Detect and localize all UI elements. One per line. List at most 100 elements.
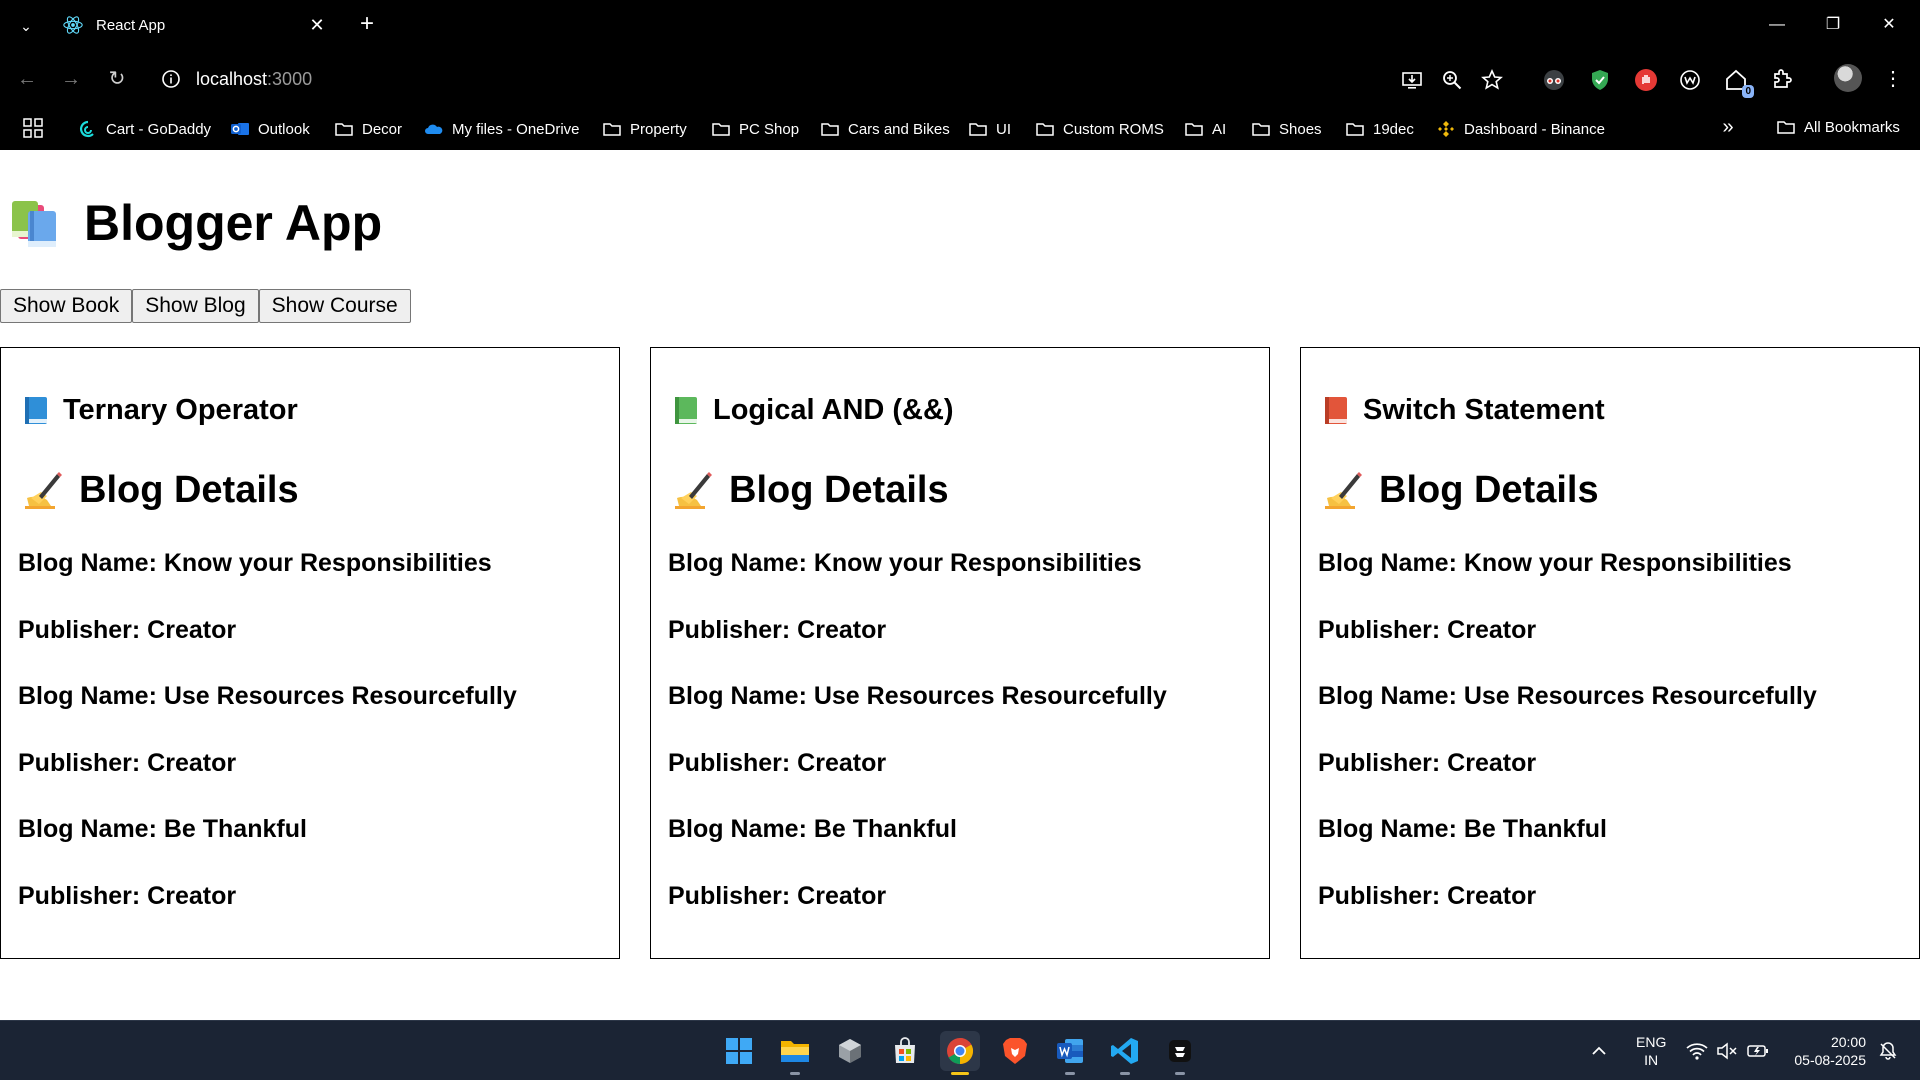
folder-icon [1345,119,1365,139]
extension-w-icon[interactable] [1676,66,1704,94]
bookmark-item[interactable]: 19dec [1345,117,1414,141]
new-tab-icon[interactable]: + [352,10,382,40]
blog-publisher: Publisher: Creator [18,748,237,777]
reload-icon[interactable]: ↻ [102,64,132,94]
install-app-icon[interactable] [1398,66,1426,94]
tray-overflow-icon[interactable] [1590,1021,1608,1080]
blog-name: Blog Name: Know your Responsibilities [1318,549,1792,577]
card-switch-statement: Switch Statement Blog Details Blog Name:… [1300,347,1920,959]
bookmark-label: Custom ROMS [1063,120,1164,138]
terminal-app-icon[interactable] [1160,1031,1200,1075]
bookmark-label: PC Shop [739,120,800,138]
bookmark-label: UI [996,120,1011,138]
app-title-text: Blogger App [84,195,383,251]
browser-toolbar: ← → ↻ localhost:3000 0 ⋮ [0,50,1920,108]
word-icon[interactable] [1050,1031,1090,1075]
battery-charging-icon[interactable] [1746,1021,1770,1080]
language-indicator[interactable]: ENG IN [1636,1033,1666,1069]
bookmark-item[interactable]: UI [968,117,1011,141]
blog-details-heading: Blog Details [21,468,299,512]
bookmark-label: AI [1212,120,1227,138]
blog-publisher: Publisher: Creator [18,881,237,910]
minimize-icon[interactable]: — [1754,8,1800,42]
tab-search-chevron-icon[interactable]: ⌄ [14,14,38,38]
running-indicator [1065,1072,1075,1075]
binance-icon [1436,119,1456,139]
bookmark-item[interactable]: Cart - GoDaddy [78,117,211,141]
site-info-icon[interactable] [158,66,184,92]
blog-details-title: Blog Details [729,468,949,511]
extension-home-icon[interactable]: 0 [1722,66,1754,98]
extension-hand-icon[interactable] [1632,66,1660,94]
show-blog-button[interactable]: Show Blog [132,289,259,323]
clock[interactable]: 20:00 05-08-2025 [1786,1033,1866,1069]
godaddy-icon [78,119,98,139]
bookmark-item[interactable]: Shoes [1251,117,1322,141]
bookmarks-bar: Cart - GoDaddy Outlook Decor My files - … [0,108,1920,150]
bookmark-item[interactable]: AI [1184,117,1226,141]
bookmark-item[interactable]: Dashboard - Binance [1436,117,1605,141]
react-icon [63,16,83,34]
show-book-button[interactable]: Show Book [0,289,133,323]
region-code: IN [1644,1052,1659,1068]
profile-avatar[interactable] [1834,64,1862,92]
blog-details-heading: Blog Details [1321,468,1599,512]
browser-tab[interactable]: React App ✕ [52,4,338,46]
blog-details-title: Blog Details [79,468,299,511]
blog-publisher: Publisher: Creator [1318,748,1537,777]
running-indicator [790,1072,800,1075]
vscode-icon[interactable] [1105,1031,1145,1075]
bookmark-label: Dashboard - Binance [1464,120,1605,138]
address-bar[interactable]: localhost:3000 [196,66,312,92]
all-bookmarks[interactable]: All Bookmarks [1776,117,1900,137]
bookmark-item[interactable]: Property [602,117,687,141]
bookmark-label: Cart - GoDaddy [106,120,212,138]
menu-kebab-icon[interactable]: ⋮ [1878,64,1908,94]
window-close-icon[interactable]: ✕ [1866,8,1912,42]
extension-glasses-icon[interactable] [1540,66,1568,94]
bookmark-label: Outlook [258,120,310,138]
blog-details-heading: Blog Details [671,468,949,512]
blog-publisher: Publisher: Creator [18,615,237,644]
bookmark-item[interactable]: My files - OneDrive [424,117,580,141]
microsoft-store-icon[interactable] [885,1031,925,1071]
taskbar: ENG IN 20:00 05-08-2025 [0,1020,1920,1080]
blog-publisher: Publisher: Creator [668,748,887,777]
bookmark-star-icon[interactable] [1478,66,1506,94]
green-book-icon [675,396,697,424]
extensions-puzzle-icon[interactable] [1768,66,1796,94]
bookmark-item[interactable]: PC Shop [711,117,799,141]
notifications-bell-icon[interactable] [1878,1021,1898,1080]
folder-icon [820,119,840,139]
bookmarks-overflow-icon[interactable]: » [1716,116,1740,139]
chrome-icon[interactable] [940,1031,980,1075]
extension-shield-icon[interactable] [1586,66,1614,94]
show-course-button[interactable]: Show Course [258,289,411,323]
brave-icon[interactable] [995,1031,1035,1071]
start-windows-icon[interactable] [719,1031,759,1071]
blog-publisher: Publisher: Creator [668,615,887,644]
bookmark-item[interactable]: Cars and Bikes [820,117,950,141]
file-explorer-icon[interactable] [775,1031,815,1075]
tab-close-icon[interactable]: ✕ [304,12,330,38]
zoom-icon[interactable] [1438,66,1466,94]
wifi-icon[interactable] [1686,1021,1708,1080]
blog-list: Blog Name: Know your Responsibilities Pu… [1318,548,1817,947]
volume-muted-icon[interactable] [1716,1021,1738,1080]
forward-icon[interactable]: → [56,64,86,94]
bookmark-item[interactable]: Custom ROMS [1035,117,1164,141]
folder-icon [1251,119,1271,139]
apps-grid-icon[interactable] [22,117,44,139]
bookmark-item[interactable]: Outlook [230,117,310,141]
page-title: Blogger App [8,194,382,252]
restore-icon[interactable]: ❐ [1810,8,1856,42]
bookmark-item[interactable]: Decor [334,117,402,141]
cube-app-icon[interactable] [830,1031,870,1071]
folder-icon [711,119,731,139]
bookmark-label: 19dec [1373,120,1414,138]
writing-hand-icon [1325,472,1362,509]
blog-name: Blog Name: Be Thankful [18,815,307,843]
books-icon [12,201,56,247]
back-icon[interactable]: ← [12,64,42,94]
blog-name: Blog Name: Be Thankful [1318,815,1607,843]
